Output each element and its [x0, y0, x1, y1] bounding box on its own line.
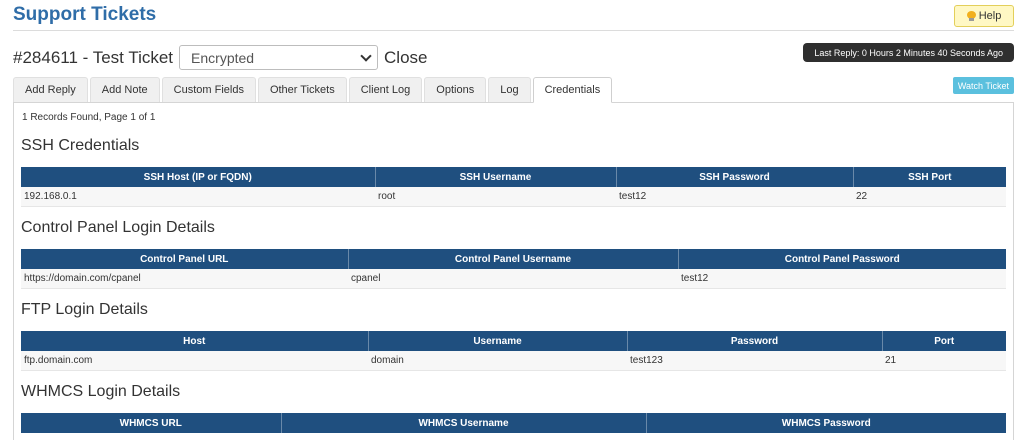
ticket-title: #284611 - Test Ticket: [13, 47, 174, 67]
table-header-row: SSH Host (IP or FQDN) SSH Username SSH P…: [21, 167, 1006, 187]
column-header: Host: [21, 331, 368, 351]
last-reply-badge: Last Reply: 0 Hours 2 Minutes 40 Seconds…: [803, 43, 1014, 62]
ticket-tabs: Add Reply Add Note Custom Fields Other T…: [13, 77, 614, 103]
table-cell: test12: [616, 187, 853, 207]
chevron-down-icon: [360, 50, 372, 62]
tab-custom-fields[interactable]: Custom Fields: [161, 77, 256, 102]
column-header: SSH Port: [852, 167, 1006, 187]
table-cell: 192.168.0.1: [21, 187, 375, 207]
tab-other-tickets[interactable]: Other Tickets: [257, 77, 347, 102]
table-header-row: Control Panel URL Control Panel Username…: [21, 249, 1006, 269]
column-header: Port: [881, 331, 1006, 351]
cpanel-credentials-table: Control Panel URL Control Panel Username…: [21, 249, 1006, 289]
table-cell: domain: [368, 351, 627, 371]
ssh-credentials-table: SSH Host (IP or FQDN) SSH Username SSH P…: [21, 167, 1006, 207]
table-cell: cpanel: [348, 269, 678, 289]
table-row: https://domain.com/cpanel cpanel test12: [21, 269, 1006, 289]
column-header: SSH Host (IP or FQDN): [21, 167, 375, 187]
records-count: 1 Records Found, Page 1 of 1: [22, 112, 156, 123]
ftp-section-title: FTP Login Details: [21, 301, 148, 318]
column-header: SSH Password: [615, 167, 853, 187]
close-ticket-link[interactable]: Close: [384, 48, 427, 68]
credentials-panel: 1 Records Found, Page 1 of 1 SSH Credent…: [13, 102, 1014, 440]
column-header: Control Panel Username: [347, 249, 678, 269]
table-cell: root: [375, 187, 616, 207]
column-header: WHMCS Username: [280, 413, 646, 433]
column-header: WHMCS URL: [21, 413, 281, 433]
status-select-value: Encrypted: [191, 49, 255, 66]
column-header: Password: [626, 331, 882, 351]
table-cell: 21: [882, 351, 1006, 371]
cpanel-section-title: Control Panel Login Details: [21, 219, 215, 236]
ssh-section-title: SSH Credentials: [21, 137, 140, 154]
ftp-credentials-table: Host Username Password Port ftp.domain.c…: [21, 331, 1006, 371]
whmcs-credentials-table: WHMCS URL WHMCS Username WHMCS Password: [21, 413, 1006, 433]
column-header: Username: [367, 331, 627, 351]
title-divider: [13, 30, 1014, 31]
tab-credentials[interactable]: Credentials: [532, 77, 613, 103]
column-header: WHMCS Password: [645, 413, 1006, 433]
page-title: Support Tickets: [13, 4, 157, 25]
tab-client-log[interactable]: Client Log: [348, 77, 423, 102]
table-row: 192.168.0.1 root test12 22: [21, 187, 1006, 207]
table-header-row: WHMCS URL WHMCS Username WHMCS Password: [21, 413, 1006, 433]
table-cell: test12: [678, 269, 1006, 289]
help-button-label: Help: [978, 10, 1002, 22]
table-cell: test123: [627, 351, 882, 371]
tab-options[interactable]: Options: [424, 77, 487, 102]
whmcs-section-title: WHMCS Login Details: [21, 383, 181, 400]
watch-ticket-button[interactable]: Watch Ticket: [952, 77, 1014, 94]
table-cell: ftp.domain.com: [21, 351, 368, 371]
table-cell: https://domain.com/cpanel: [21, 269, 348, 289]
status-select[interactable]: Encrypted: [179, 45, 379, 70]
table-cell: 22: [853, 187, 1006, 207]
table-header-row: Host Username Password Port: [21, 331, 1006, 351]
column-header: Control Panel URL: [21, 249, 348, 269]
tab-log[interactable]: Log: [488, 77, 531, 102]
table-row: ftp.domain.com domain test123 21: [21, 351, 1006, 371]
ticket-header: #284611 - Test Ticket Encrypted Close: [13, 45, 428, 70]
help-button[interactable]: Help: [954, 5, 1014, 27]
lightbulb-icon: [966, 10, 976, 22]
column-header: SSH Username: [374, 167, 616, 187]
tab-add-note[interactable]: Add Note: [89, 77, 160, 102]
tab-add-reply[interactable]: Add Reply: [13, 77, 88, 102]
column-header: Control Panel Password: [677, 249, 1006, 269]
